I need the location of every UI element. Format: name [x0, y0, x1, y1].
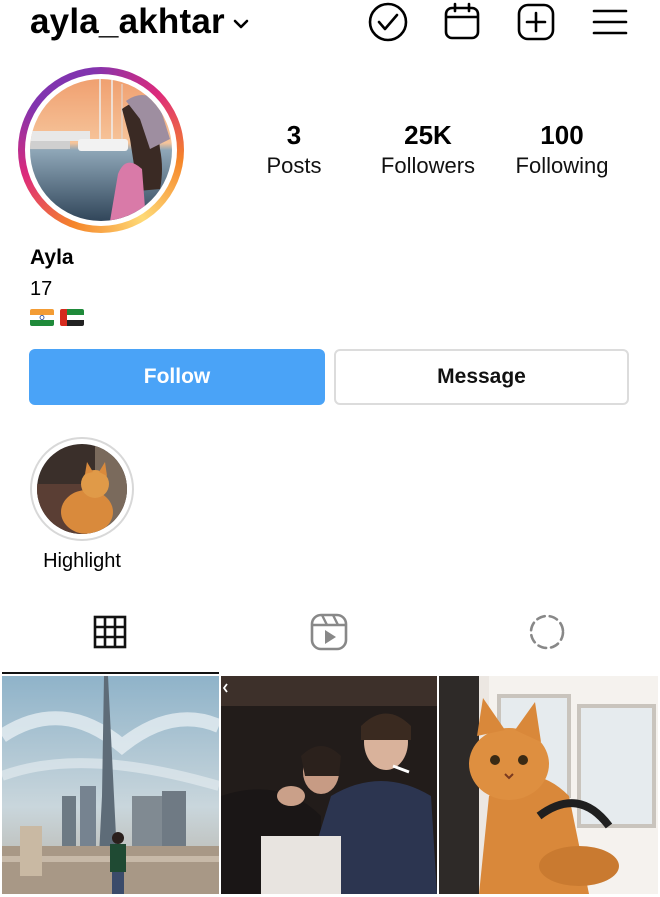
active-tab-indicator [2, 672, 219, 674]
check-circle-icon[interactable] [366, 0, 410, 44]
story-highlight[interactable] [30, 437, 134, 541]
posts-stat[interactable]: 3 Posts [229, 118, 359, 180]
post-thumbnail[interactable] [221, 676, 437, 894]
bio-flags [30, 309, 84, 326]
uae-flag [60, 309, 84, 326]
message-button[interactable]: Message [334, 349, 629, 405]
follow-button[interactable]: Follow [29, 349, 325, 405]
tab-tagged[interactable] [517, 606, 577, 658]
followers-count: 25K [404, 120, 452, 150]
grid-icon [93, 615, 127, 649]
followers-stat[interactable]: 25K Followers [363, 118, 493, 180]
following-count: 100 [540, 120, 584, 150]
post-thumbnail[interactable] [439, 676, 658, 894]
profile-name: Ayla [30, 246, 74, 269]
new-post-icon[interactable] [514, 0, 558, 44]
post-thumbnail[interactable] [2, 676, 219, 894]
chevron-down-icon [233, 19, 249, 29]
posts-label: Posts [266, 153, 322, 178]
tagged-icon [529, 614, 565, 650]
reels-icon [310, 613, 348, 651]
following-label: Following [515, 153, 609, 178]
menu-icon[interactable] [588, 0, 632, 44]
tab-posts-grid[interactable] [80, 606, 140, 658]
avatar-photo [30, 79, 172, 221]
following-stat[interactable]: 100 Following [497, 118, 627, 180]
followers-label: Followers [380, 153, 476, 178]
profile-avatar[interactable] [18, 67, 184, 233]
highlight-label: Highlight [43, 550, 121, 572]
calendar-icon[interactable] [440, 0, 484, 44]
highlight-cover [37, 444, 127, 534]
profile-bio: 17 [30, 278, 53, 300]
india-flag [30, 309, 54, 326]
posts-count: 3 [286, 120, 302, 150]
username-header[interactable]: ayla_akhtar [30, 0, 249, 44]
username: ayla_akhtar [30, 2, 225, 41]
tab-reels[interactable] [299, 606, 359, 658]
